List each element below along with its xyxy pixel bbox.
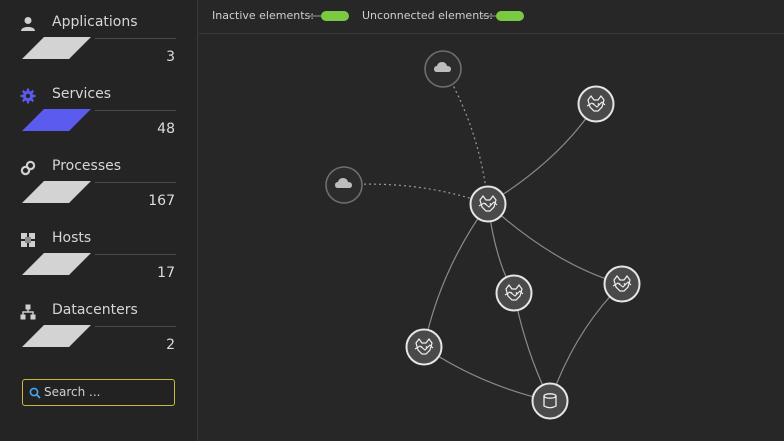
inactive-elements-switch[interactable] [307, 10, 349, 22]
layer-label: Applications [52, 14, 138, 30]
service-node[interactable] [603, 265, 641, 303]
layer-bar [22, 253, 91, 275]
layer-label: Hosts [52, 230, 92, 246]
layer-count: 167 [148, 193, 175, 209]
layer-sidebar: Applications 3 Services 48 Processes 167… [0, 0, 198, 441]
service-node[interactable] [577, 85, 615, 123]
divider [95, 254, 176, 255]
search-placeholder: Search ... [44, 385, 101, 399]
grid-icon [21, 233, 35, 247]
layer-count: 2 [166, 337, 175, 353]
inactive-elements-label: Inactive elements: [212, 9, 314, 22]
edge [487, 203, 623, 285]
smartscape-graph[interactable] [199, 35, 784, 441]
layer-processes[interactable]: Processes 167 [0, 144, 198, 216]
filter-toolbar: Inactive elements: Unconnected elements: [199, 0, 784, 34]
layer-label: Services [52, 86, 112, 102]
search-input[interactable]: Search ... [22, 379, 175, 406]
edge-dotted [443, 68, 489, 205]
layer-datacenters[interactable]: Datacenters 2 [0, 288, 198, 360]
cloud-node[interactable] [424, 50, 462, 88]
layer-label: Processes [52, 158, 122, 174]
layer-count: 3 [166, 49, 175, 65]
search-icon [29, 387, 41, 399]
user-icon [21, 17, 35, 31]
database-node[interactable] [531, 382, 569, 420]
edge [487, 103, 597, 205]
edge-dotted [343, 183, 489, 205]
service-node[interactable] [405, 328, 443, 366]
layer-count: 48 [157, 121, 175, 137]
layer-bar [22, 325, 91, 347]
layer-label: Datacenters [52, 302, 138, 318]
layer-applications[interactable]: Applications 3 [0, 0, 198, 72]
cloud-node[interactable] [325, 166, 363, 204]
layer-count: 17 [157, 265, 175, 281]
graph-edges [343, 68, 623, 402]
edge [549, 283, 623, 402]
service-node[interactable] [495, 274, 533, 312]
hierarchy-icon [20, 304, 36, 320]
layer-bar [22, 37, 91, 59]
layer-hosts[interactable]: Hosts 17 [0, 216, 198, 288]
layer-services[interactable]: Services 48 [0, 72, 198, 144]
edge [423, 203, 489, 348]
service-node[interactable] [469, 185, 507, 223]
layer-bar [22, 181, 91, 203]
divider [95, 182, 176, 183]
app-window: Applications 3 Services 48 Processes 167… [0, 0, 784, 441]
link-icon [20, 160, 36, 176]
unconnected-elements-label: Unconnected elements: [362, 9, 493, 22]
divider [95, 326, 176, 327]
divider [95, 110, 176, 111]
gear-icon [20, 88, 36, 104]
divider [95, 38, 176, 39]
layer-bar [22, 109, 91, 131]
unconnected-elements-switch[interactable] [482, 10, 524, 22]
